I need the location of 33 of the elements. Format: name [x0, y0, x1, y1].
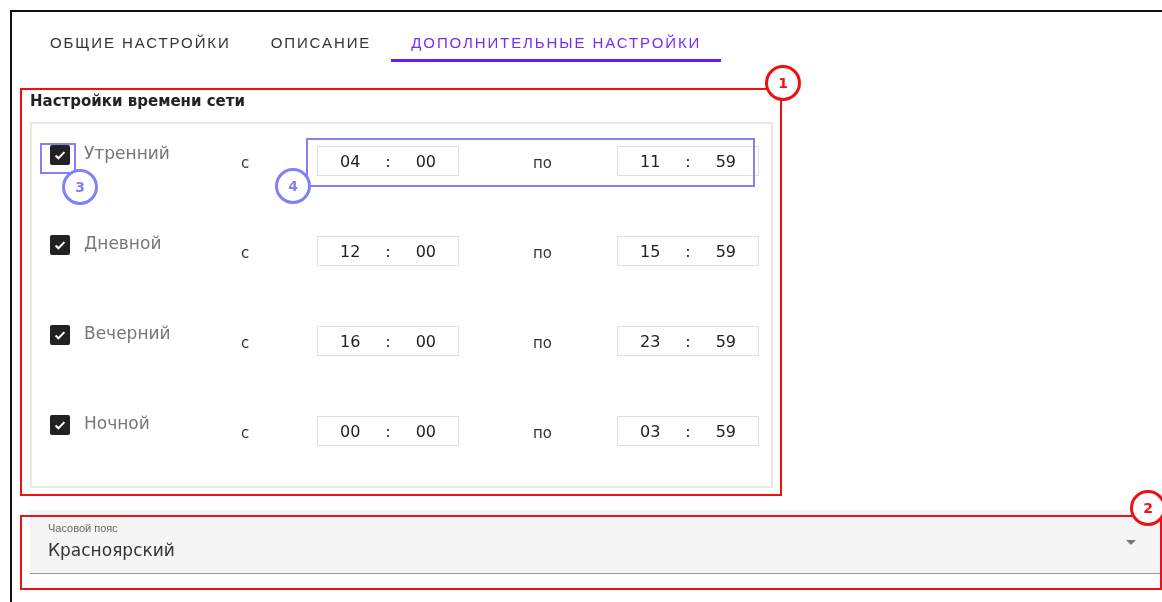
annotation-badge: 2	[1130, 490, 1162, 526]
from-label: с	[241, 424, 251, 442]
tab[interactable]: ОБЩИЕ НАСТРОЙКИ	[30, 12, 251, 62]
caret-icon	[1126, 540, 1136, 545]
to-label: по	[533, 154, 553, 172]
from-label: с	[241, 154, 251, 172]
annotation-badge: 3	[62, 169, 98, 205]
time-field[interactable]: 03 : 59	[617, 416, 759, 446]
time-field[interactable]: 11 : 59	[617, 146, 759, 176]
period-label: Дневной	[84, 233, 163, 253]
period-label: Вечерний	[84, 323, 172, 343]
tab[interactable]: ДОПОЛНИТЕЛЬНЫЕ НАСТРОЙКИ	[391, 12, 722, 62]
from-label: с	[241, 334, 251, 352]
tab[interactable]: ОПИСАНИЕ	[250, 12, 392, 62]
checkbox[interactable]	[50, 145, 70, 165]
period-label: Утренний	[84, 143, 171, 163]
to-label: по	[533, 334, 553, 352]
checkbox[interactable]	[50, 415, 70, 435]
time-field[interactable]: 23 : 59	[617, 326, 759, 356]
annotation-badge: 4	[275, 168, 311, 204]
time-field[interactable]: 12 : 00	[317, 236, 459, 266]
section-title: Настройки времени сети	[30, 91, 246, 112]
checkbox[interactable]	[50, 325, 70, 345]
to-label: по	[533, 244, 553, 262]
time-field[interactable]: 00 : 00	[317, 416, 459, 446]
annotation-badge: 1	[765, 65, 801, 101]
time-field[interactable]: 04 : 00	[317, 146, 459, 176]
to-label: по	[533, 424, 553, 442]
checkbox[interactable]	[50, 235, 70, 255]
period-label: Ночной	[84, 413, 151, 433]
time-field[interactable]: 15 : 59	[617, 236, 759, 266]
time-field[interactable]: 16 : 00	[317, 326, 459, 356]
from-label: с	[241, 244, 251, 262]
